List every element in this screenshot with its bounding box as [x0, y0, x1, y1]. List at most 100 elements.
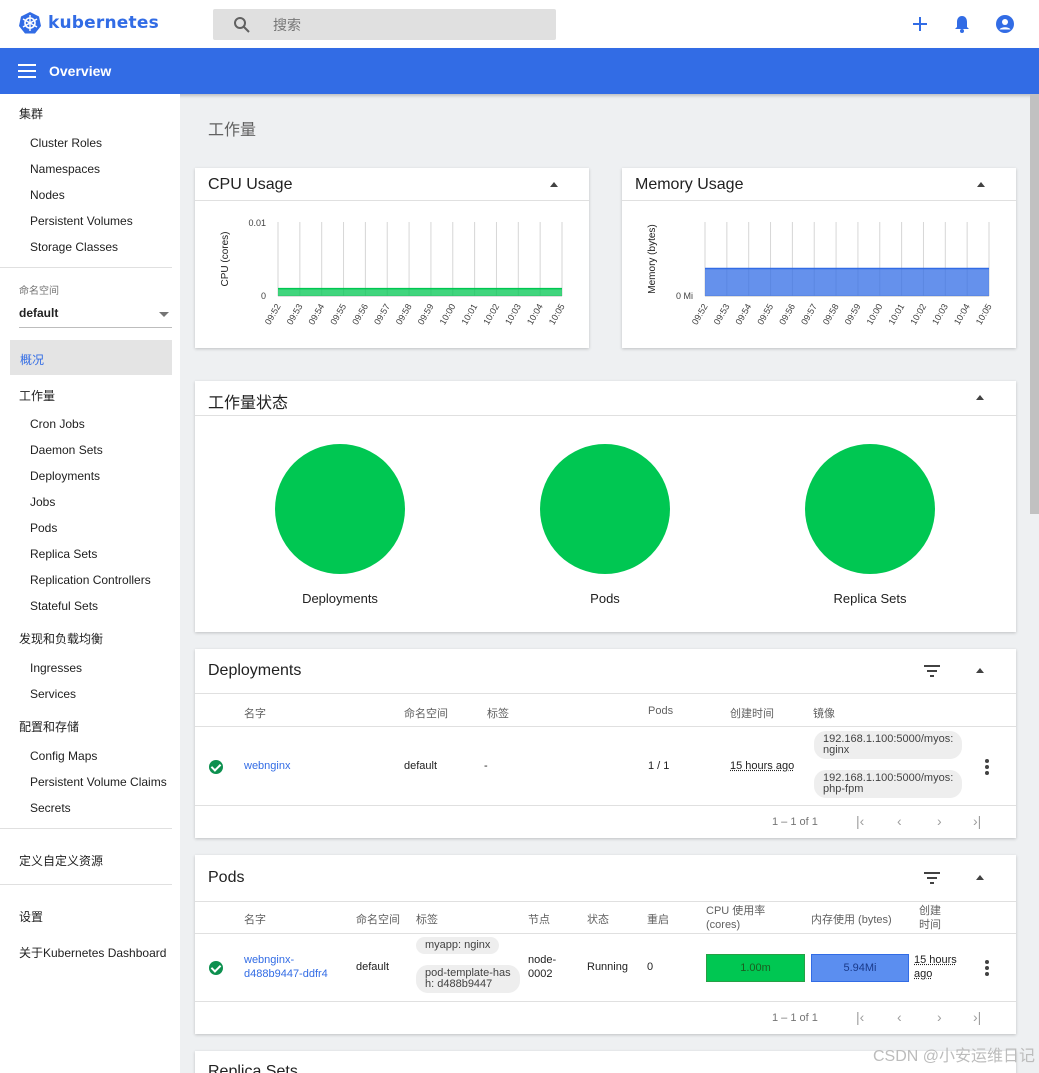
sidebar-item-daemon-sets[interactable]: Daemon Sets: [30, 443, 103, 457]
kubernetes-logo[interactable]: kubernetes: [18, 11, 159, 35]
pods-title: Pods: [208, 869, 245, 886]
x-tick-label: 09:59: [416, 302, 436, 327]
search-icon: [234, 16, 250, 33]
sidebar-item-ingresses[interactable]: Ingresses: [30, 661, 82, 675]
replica-sets-status-label: Replica Sets: [833, 591, 907, 606]
notifications-button[interactable]: [951, 13, 973, 35]
collapse-icon[interactable]: [976, 395, 984, 400]
sidebar-item-persistent-volumes[interactable]: Persistent Volumes: [30, 214, 133, 228]
more-actions-icon[interactable]: [985, 960, 989, 976]
bell-icon: [955, 16, 969, 33]
sidebar-item-stateful-sets[interactable]: Stateful Sets: [30, 599, 98, 613]
label-chip: pod-template-has h: d488b9447: [416, 965, 520, 993]
cpu-usage-card: CPU Usage 09:52 09:53 09:54 09:55 09:56 09:57…: [195, 168, 589, 348]
sidebar-heading-cluster[interactable]: 集群: [19, 105, 43, 122]
first-page-icon[interactable]: |‹: [856, 1009, 864, 1025]
next-page-icon[interactable]: ›: [937, 1009, 942, 1025]
logo-text: kubernetes: [48, 13, 159, 33]
y-tick-label: 0: [261, 291, 266, 301]
label-chip: myapp: nginx: [416, 937, 500, 954]
deployment-pods: 1 / 1: [648, 760, 670, 772]
first-page-icon[interactable]: |‹: [856, 813, 864, 829]
previous-page-icon[interactable]: ‹: [897, 813, 902, 829]
sidebar-item-pods[interactable]: Pods: [30, 521, 57, 535]
scrollbar[interactable]: [1030, 94, 1039, 514]
sidebar-item-crd[interactable]: 定义自定义资源: [19, 852, 103, 869]
namespace-select[interactable]: default: [19, 306, 172, 328]
filter-icon[interactable]: [924, 665, 940, 677]
collapse-icon[interactable]: [976, 668, 984, 673]
sidebar-item-services[interactable]: Services: [30, 687, 76, 701]
deployments-status-pie[interactable]: [275, 444, 405, 574]
previous-page-icon[interactable]: ‹: [897, 1009, 902, 1025]
cpu-usage-chart: 09:52 09:53 09:54 09:55 09:56 09:57 09:58 09:59…: [220, 218, 567, 327]
next-page-icon[interactable]: ›: [937, 813, 942, 829]
col-header-name[interactable]: 名字: [244, 705, 266, 721]
col-header-restarts: 重启: [647, 914, 669, 926]
search-box[interactable]: [213, 9, 556, 40]
table-divider: [195, 1001, 1016, 1002]
x-tick-label: 10:03: [503, 302, 523, 327]
replica-sets-status-pie[interactable]: [805, 444, 935, 574]
collapse-icon[interactable]: [550, 182, 558, 187]
search-input[interactable]: [273, 16, 533, 33]
col-header-created[interactable]: 创建 时间: [919, 904, 941, 932]
account-button[interactable]: [994, 13, 1016, 35]
watermark: CSDN @小安运维日记: [872, 1048, 1035, 1065]
workload-status-title: 工作量状态: [208, 395, 289, 412]
plus-icon: [913, 17, 927, 31]
sidebar-heading-config[interactable]: 配置和存储: [19, 718, 79, 735]
last-page-icon[interactable]: ›|: [973, 1009, 981, 1025]
pod-name-link[interactable]: webnginx- d488b9447-ddfr4: [244, 953, 328, 981]
sidebar-item-storage-classes[interactable]: Storage Classes: [30, 240, 118, 254]
cpu-usage-sparkline: 1.00m: [706, 954, 805, 982]
sidebar-item-secrets[interactable]: Secrets: [30, 801, 71, 815]
sidebar-item-namespaces[interactable]: Namespaces: [30, 162, 100, 176]
sidebar-item-overview[interactable]: 概况: [10, 340, 172, 375]
y-axis-label: CPU (cores): [220, 231, 231, 286]
sidebar-item-deployments[interactable]: Deployments: [30, 469, 100, 483]
x-tick-label: 10:04: [952, 302, 972, 327]
collapse-icon[interactable]: [977, 182, 985, 187]
pod-restarts: 0: [647, 961, 654, 973]
deployment-name-link[interactable]: webnginx: [244, 760, 290, 772]
sidebar-item-pvc[interactable]: Persistent Volume Claims: [30, 775, 167, 789]
col-header-memory: 内存使用 (bytes): [811, 914, 892, 926]
sidebar-item-config-maps[interactable]: Config Maps: [30, 749, 97, 763]
collapse-icon[interactable]: [976, 875, 984, 880]
create-button[interactable]: [909, 13, 931, 35]
x-tick-label: 10:02: [908, 302, 928, 327]
sidebar-item-about[interactable]: 关于Kubernetes Dashboard: [19, 944, 166, 961]
x-tick-label: 09:54: [306, 302, 326, 327]
pods-status-pie[interactable]: [540, 444, 670, 574]
more-actions-icon[interactable]: [985, 759, 989, 775]
memory-usage-card: Memory Usage 09:52 09:53 09:54 09:55 09:56 09…: [622, 168, 1016, 348]
sidebar-item-jobs[interactable]: Jobs: [30, 495, 55, 509]
image-chip: 192.168.1.100:5000/myos: php-fpm: [814, 770, 963, 798]
page-title: 工作量: [208, 122, 257, 139]
col-header-pods: Pods: [648, 705, 674, 717]
sidebar-item-cron-jobs[interactable]: Cron Jobs: [30, 417, 85, 431]
col-header-name[interactable]: 名字: [244, 911, 266, 927]
col-header-labels: 标签: [487, 708, 509, 720]
x-tick-label: 09:52: [263, 302, 283, 327]
sidebar-heading-discovery[interactable]: 发现和负载均衡: [19, 630, 103, 647]
sidebar-item-replica-sets[interactable]: Replica Sets: [30, 547, 97, 561]
sidebar-item-nodes[interactable]: Nodes: [30, 188, 65, 202]
col-header-created[interactable]: 创建时间: [730, 705, 774, 721]
sidebar-item-replication-controllers[interactable]: Replication Controllers: [30, 573, 151, 587]
running-status-icon: [209, 760, 223, 774]
sidebar-item-settings[interactable]: 设置: [19, 908, 43, 925]
pagination-range: 1 – 1 of 1: [772, 816, 818, 828]
x-tick-label: 10:00: [438, 302, 458, 327]
page-header-title: Overview: [49, 63, 112, 79]
replica-sets-title: Replica Sets: [208, 1063, 298, 1073]
sidebar-item-cluster-roles[interactable]: Cluster Roles: [30, 136, 102, 150]
col-header-images: 镜像: [813, 708, 835, 720]
x-tick-label: 10:05: [974, 302, 994, 327]
pod-namespace: default: [356, 961, 390, 973]
filter-icon[interactable]: [924, 872, 940, 884]
menu-icon[interactable]: [18, 64, 36, 78]
last-page-icon[interactable]: ›|: [973, 813, 981, 829]
sidebar-heading-workloads[interactable]: 工作量: [19, 387, 55, 404]
